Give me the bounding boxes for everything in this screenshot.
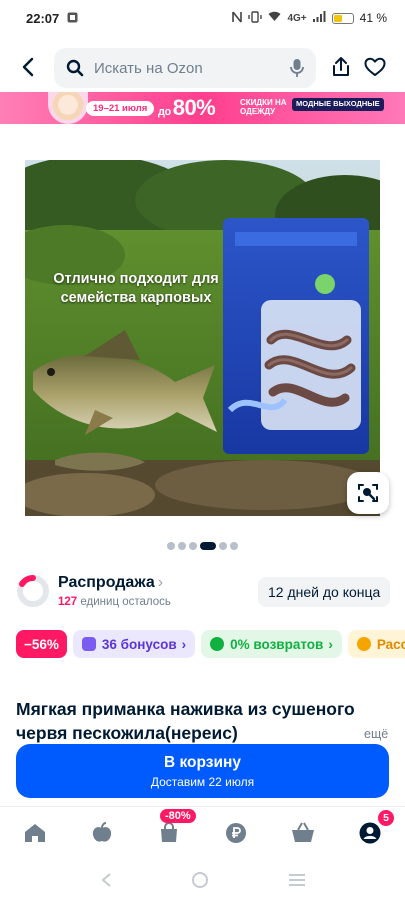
tab-finance[interactable]: [220, 817, 252, 849]
tab-fresh[interactable]: [86, 817, 118, 849]
notification-icon: [67, 11, 78, 26]
add-to-cart-button[interactable]: В корзину Доставим 22 июля: [16, 744, 389, 798]
signal-icon: [312, 11, 326, 25]
system-navigation: [0, 860, 405, 900]
basket-icon: [292, 822, 314, 842]
tab-home[interactable]: [19, 817, 51, 849]
share-button[interactable]: [326, 52, 356, 82]
photo-caption: Отлично подходит для семейства карповых: [53, 271, 219, 306]
vibrate-icon: [248, 10, 263, 26]
microphone-icon[interactable]: [290, 58, 304, 78]
heart-icon: [364, 57, 386, 76]
share-icon: [333, 57, 349, 76]
status-bar: 22:07 4G+ 41 %: [0, 0, 405, 36]
pagination-dot[interactable]: [230, 542, 238, 550]
cart-button-label: В корзину: [163, 753, 241, 771]
installment-chip[interactable]: Расср: [347, 630, 405, 658]
wifi-icon: [268, 11, 281, 25]
ruble-icon: [226, 823, 246, 843]
nfc-icon: [232, 11, 243, 26]
sale-title[interactable]: Распродажа ›: [58, 574, 163, 592]
sale-badge: -80%: [160, 809, 196, 823]
search-input[interactable]: Искать на Ozon: [54, 48, 316, 88]
sale-section[interactable]: Распродажа › 127 единиц осталось 12 дней …: [0, 570, 405, 616]
profile-badge: 5: [378, 810, 394, 826]
chevron-left-icon: [22, 57, 34, 77]
profile-icon: [359, 822, 381, 844]
bonus-chip[interactable]: 36 бонусов ›: [72, 630, 196, 658]
banner-discount: до80%: [158, 95, 216, 120]
returns-chip[interactable]: 0% возвратов ›: [201, 630, 342, 658]
clock: 22:07: [26, 10, 60, 26]
fresh-icon: [92, 822, 112, 842]
network-label: 4G+: [287, 12, 307, 24]
product-title: Мягкая приманка наживка из сушеного черв…: [16, 699, 355, 743]
discount-chip[interactable]: −56%: [16, 630, 67, 658]
promo-bag-icon: [161, 822, 177, 842]
feature-chips: −56% 36 бонусов › 0% возвратов › Расср: [16, 630, 405, 658]
delivery-date: Доставим 22 июля: [150, 774, 255, 789]
system-back-icon[interactable]: [99, 872, 113, 888]
pagination-dot[interactable]: [178, 542, 186, 550]
chevron-right-icon: ›: [328, 636, 333, 652]
visual-search-button[interactable]: [347, 472, 389, 514]
banner-text: СКИДКИ НА ОДЕЖДУ: [240, 98, 287, 116]
battery-level: 41 %: [359, 11, 387, 25]
pagination-dot[interactable]: [189, 542, 197, 550]
search-icon: [66, 59, 84, 77]
system-menu-icon[interactable]: [288, 872, 306, 888]
favorite-button[interactable]: [360, 52, 390, 82]
battery-icon: [331, 12, 354, 24]
system-home-icon[interactable]: [191, 871, 209, 889]
promo-banner[interactable]: 19–21 июля до80% СКИДКИ НА ОДЕЖДУ МОДНЫЕ…: [0, 92, 405, 124]
banner-tag: МОДНЫЕ ВЫХОДНЫЕ: [292, 98, 384, 111]
gallery-pagination: [0, 540, 405, 552]
pagination-dot[interactable]: [219, 542, 227, 550]
bonus-label: 36 бонусов: [101, 636, 177, 652]
top-bar: Искать на Ozon: [0, 42, 405, 92]
returns-icon: [210, 637, 225, 651]
home-icon: [25, 824, 45, 842]
chevron-right-icon: ›: [181, 636, 187, 652]
read-more-link[interactable]: ещё: [340, 722, 389, 746]
search-placeholder: Искать на Ozon: [94, 59, 203, 77]
back-button[interactable]: [8, 42, 48, 92]
installment-label: Расср: [376, 636, 405, 652]
returns-label: 0% возвратов: [230, 636, 324, 652]
banner-model-image: [48, 92, 88, 124]
chevron-right-icon: ›: [157, 574, 164, 591]
sale-deadline: 12 дней до конца: [258, 577, 391, 607]
bonus-icon: [81, 637, 96, 651]
product-photo[interactable]: Отлично подходит для семейства карповых: [25, 160, 380, 516]
installment-icon: [356, 637, 371, 651]
pagination-dot[interactable]: [167, 542, 175, 550]
units-left: 127 единиц осталось: [58, 596, 171, 608]
sale-logo-icon: [17, 574, 49, 607]
product-image: [25, 160, 380, 516]
bottom-tab-bar: -80% 5: [0, 807, 405, 857]
pagination-dot[interactable]: [200, 542, 216, 550]
tab-cart[interactable]: [287, 817, 319, 849]
image-search-icon: [358, 484, 378, 502]
banner-dates: 19–21 июля: [86, 101, 155, 116]
